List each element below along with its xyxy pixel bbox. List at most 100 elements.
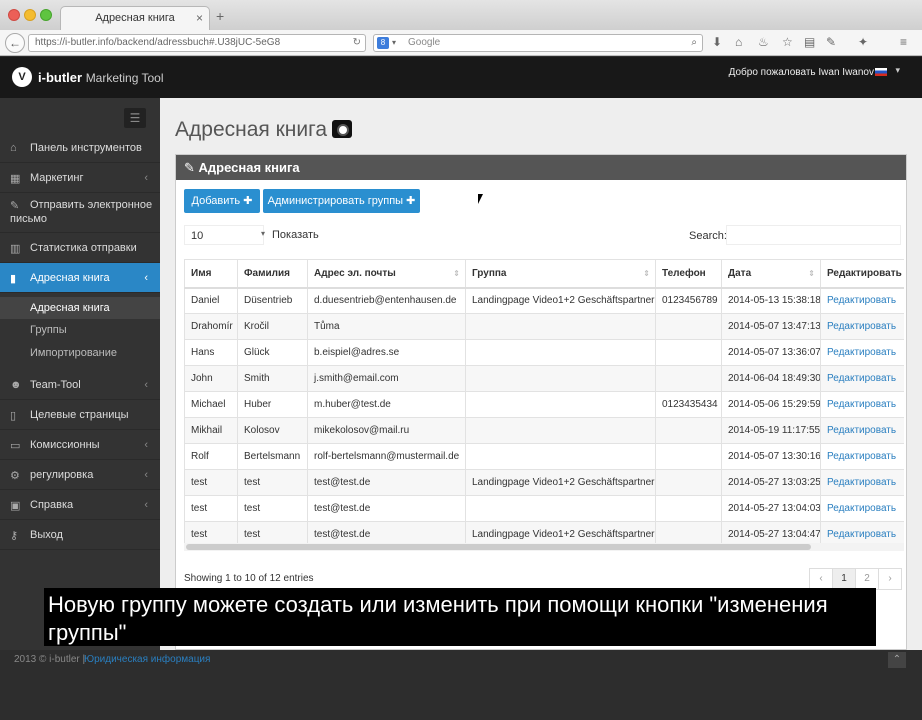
search-icon[interactable]: ⌕ <box>691 35 697 51</box>
user-menu-caret-icon[interactable]: ▾ <box>895 65 900 76</box>
table-row[interactable]: Daniel Düsentrieb d.duesentrieb@entenhause… <box>184 287 904 314</box>
zoom-window-button[interactable] <box>40 9 52 21</box>
bookmarks-icon[interactable]: ▤ <box>804 35 815 49</box>
sidebar-item-commissions[interactable]: ▭ Комиссионны ‹ <box>0 430 160 460</box>
bookmark-star-icon[interactable]: ☆ <box>782 35 793 49</box>
scrollbar-thumb[interactable] <box>186 544 811 550</box>
browser-tab[interactable]: Адресная книга × <box>60 6 210 30</box>
cell-edit[interactable]: Редактировать <box>820 339 904 366</box>
sidebar-item-dashboard[interactable]: ⌂ Панель инструментов <box>0 133 160 163</box>
cell-email: mikekolosov@mail.ru <box>307 417 466 444</box>
cell-edit[interactable]: Редактировать <box>820 365 904 392</box>
manage-groups-button[interactable]: Администрировать группы ✚ <box>263 189 420 213</box>
search-bar[interactable]: 8 ▾ Google ⌕ <box>373 34 703 52</box>
close-window-button[interactable] <box>8 9 20 21</box>
cell-edit[interactable]: Редактировать <box>820 287 904 314</box>
sidebar-item-marketing[interactable]: ▦ Маркетинг ‹ <box>0 163 160 193</box>
back-button[interactable]: ← <box>5 33 25 53</box>
table-row[interactable]: Rolf Bertelsmann rolf-bertelsmann@musterma… <box>184 443 904 470</box>
cell-edit[interactable]: Редактировать <box>820 313 904 340</box>
page-length-label: Показать <box>272 229 319 241</box>
home-icon[interactable]: ⌂ <box>735 35 742 49</box>
search-engine-dropdown-icon[interactable]: ▾ <box>392 35 396 51</box>
chevron-down-icon[interactable]: ▾ <box>261 229 265 238</box>
sidebar-item-team-tool[interactable]: ☻ Team-Tool ‹ <box>0 370 160 400</box>
reload-icon[interactable]: ↻ <box>353 35 361 51</box>
sidebar-item-addressbook[interactable]: ▮ Адресная книга ‹ <box>0 263 160 293</box>
table-row[interactable]: Hans Glück b.eispiel@adres.se 2014-05-07 13… <box>184 339 904 366</box>
column-header-email[interactable]: Адрес эл. почты ⇕ <box>307 259 466 289</box>
cell-first-name: Drahomír <box>184 313 238 340</box>
tool-icon[interactable]: ✎ <box>826 35 836 49</box>
cell-last-name: Bertelsmann <box>237 443 308 470</box>
extension-icon[interactable]: ♨ <box>758 35 769 49</box>
table-row[interactable]: Drahomír Kročil Tůma 2014-05-07 13:47:13 Ред… <box>184 313 904 340</box>
download-icon[interactable]: ⬇ <box>712 35 722 49</box>
cell-phone <box>655 365 722 392</box>
help-icon: ▣ <box>10 500 21 512</box>
new-tab-button[interactable]: + <box>216 8 224 24</box>
cell-phone <box>655 313 722 340</box>
cell-phone <box>655 469 722 496</box>
cell-last-name: test <box>237 521 308 543</box>
table-row[interactable]: test test test@test.de Landingpage Video1+2… <box>184 521 904 543</box>
table-row[interactable]: John Smith j.smith@email.com 2014-06-04 18:… <box>184 365 904 392</box>
column-header-date[interactable]: Дата ⇕ <box>721 259 821 289</box>
minimize-window-button[interactable] <box>24 9 36 21</box>
cell-edit[interactable]: Редактировать <box>820 417 904 444</box>
horizontal-scrollbar[interactable] <box>184 543 904 551</box>
sidebar-item-landing-pages[interactable]: ▯ Целевые страницы <box>0 400 160 430</box>
cell-phone: 0123456789 <box>655 287 722 314</box>
camera-icon <box>332 120 352 138</box>
table-row[interactable]: Michael Huber m.huber@test.de 0123435434 201… <box>184 391 904 418</box>
cell-phone <box>655 339 722 366</box>
sidebar-subitem-groups[interactable]: Группы <box>0 319 160 341</box>
column-header-group[interactable]: Группа ⇕ <box>465 259 656 289</box>
column-header-edit[interactable]: Редактировать <box>820 259 904 289</box>
sidebar-item-settings[interactable]: ⚙ регулировка ‹ <box>0 460 160 490</box>
pagination-page-2[interactable]: 2 <box>855 568 879 590</box>
sidebar-item-logout[interactable]: ⚷ Выход <box>0 520 160 550</box>
sidebar-subitem-import[interactable]: Импортирование <box>0 342 160 364</box>
russian-flag-icon[interactable] <box>875 68 887 76</box>
sidebar-item-send-email[interactable]: ✎ Отправить электронное письмо <box>0 193 160 233</box>
pagination-next[interactable]: › <box>878 568 902 590</box>
table-row[interactable]: test test test@test.de Landingpage Video1+2… <box>184 469 904 496</box>
sidebar-toggle-button[interactable]: ☰ <box>124 108 146 128</box>
column-header-last-name[interactable]: Фамилия <box>237 259 308 289</box>
column-header-first-name[interactable]: Имя <box>184 259 238 289</box>
cell-email: b.eispiel@adres.se <box>307 339 466 366</box>
page-length-select[interactable]: 10 <box>184 225 264 245</box>
user-welcome[interactable]: Добро пожаловать Iwan Iwanov <box>729 67 874 78</box>
search-engine-icon[interactable]: 8 <box>377 37 389 49</box>
cell-edit[interactable]: Редактировать <box>820 443 904 470</box>
brand-name[interactable]: i-butler Marketing Tool <box>38 70 164 85</box>
sidebar-item-label: Выход <box>30 529 63 541</box>
tab-close-icon[interactable]: × <box>196 7 203 29</box>
table-row[interactable]: Mikhail Kolosov mikekolosov@mail.ru 2014-05… <box>184 417 904 444</box>
sidebar-subitem-label: Группы <box>30 324 67 336</box>
legal-link[interactable]: Юридическая информация <box>84 654 210 665</box>
address-bar[interactable]: https://i-butler.info/backend/adressbuch… <box>28 34 366 52</box>
cell-first-name: Michael <box>184 391 238 418</box>
sidebar-subitem-addressbook[interactable]: Адресная книга <box>0 297 160 319</box>
table-row[interactable]: test test test@test.de 2014-05-27 13:04:03 Р… <box>184 495 904 522</box>
copyright: 2013 © i-butler | <box>14 654 86 665</box>
addon-icon[interactable]: ✦ <box>858 35 868 49</box>
menu-icon[interactable]: ≡ <box>900 35 907 49</box>
app-header: V i-butler Marketing Tool Добро пожалова… <box>0 57 922 98</box>
cell-edit[interactable]: Редактировать <box>820 495 904 522</box>
pagination-prev[interactable]: ‹ <box>809 568 833 590</box>
sidebar-item-statistics[interactable]: ▥ Статистика отправки <box>0 233 160 263</box>
pagination-page-1[interactable]: 1 <box>832 568 856 590</box>
gears-icon: ⚙ <box>10 470 20 482</box>
search-input[interactable] <box>726 225 901 245</box>
cell-edit[interactable]: Редактировать <box>820 469 904 496</box>
sidebar-item-help[interactable]: ▣ Справка ‹ <box>0 490 160 520</box>
scroll-top-button[interactable]: ⌃ <box>888 652 906 668</box>
add-contact-button[interactable]: Добавить ✚ <box>184 189 260 213</box>
edit-icon: ✎ <box>10 200 20 212</box>
column-header-phone[interactable]: Телефон <box>655 259 722 289</box>
cell-edit[interactable]: Редактировать <box>820 521 904 543</box>
cell-edit[interactable]: Редактировать <box>820 391 904 418</box>
